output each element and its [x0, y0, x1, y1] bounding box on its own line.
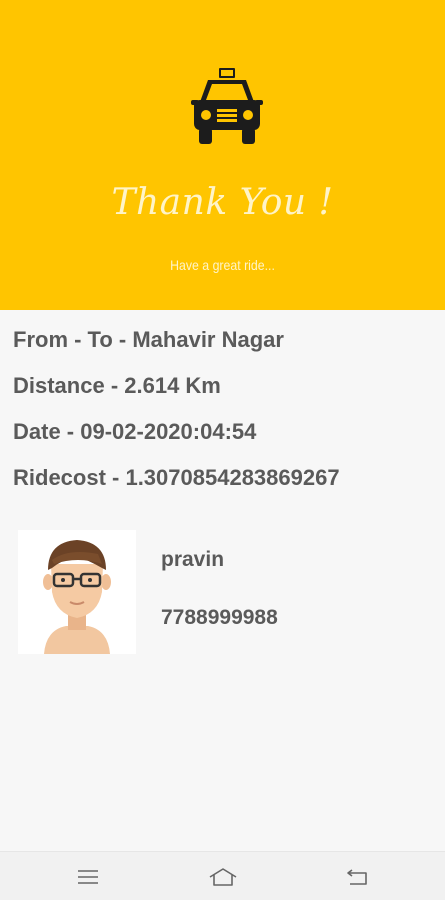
from-to-text: From - To - Mahavir Nagar	[13, 327, 284, 352]
home-icon	[209, 868, 237, 886]
home-button[interactable]	[201, 860, 245, 894]
date-text: Date - 09-02-2020:04:54	[13, 419, 257, 444]
header-banner: Thank You ! Have a great ride...	[0, 0, 445, 310]
avatar-illustration	[43, 540, 111, 654]
distance-text: Distance - 2.614 Km	[13, 373, 221, 398]
thank-you-heading: Thank You !	[111, 182, 334, 223]
back-icon	[347, 869, 367, 885]
menu-icon	[78, 870, 98, 884]
driver-avatar	[18, 530, 136, 654]
driver-name: pravin	[161, 548, 225, 571]
menu-button[interactable]	[66, 860, 110, 894]
ridecost-text: Ridecost - 1.3070854283869267	[13, 465, 340, 490]
ride-details: From - To - Mahavir Nagar Distance - 2.6…	[13, 322, 433, 506]
ride-summary-screen: Thank You ! Have a great ride... From - …	[0, 0, 445, 900]
taxi-icon	[191, 68, 263, 144]
great-ride-subtitle: Have a great ride...	[170, 257, 275, 273]
back-button[interactable]	[336, 860, 380, 894]
system-navigation-bar	[0, 851, 445, 900]
driver-phone[interactable]: 7788999988	[161, 606, 278, 630]
